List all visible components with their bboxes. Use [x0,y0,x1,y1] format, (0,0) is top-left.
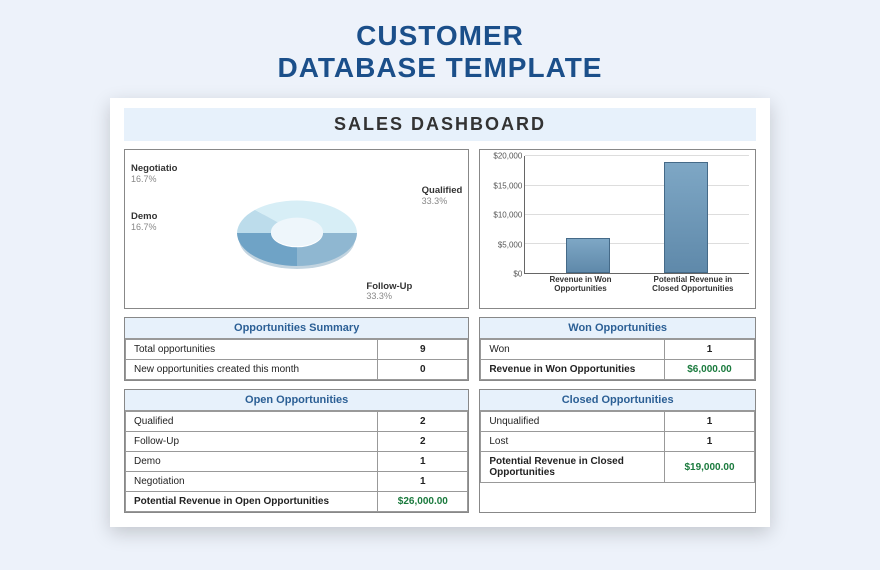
donut-label-negotiation: Negotiatio 16.7% [131,164,177,184]
table-row: Total opportunities9 [126,340,468,360]
donut-icon [207,159,387,299]
page-title-line2: DATABASE TEMPLATE [278,52,603,83]
bar-chart-panel: $20,000 $15,000 $10,000 $5,000 $0 Revenu… [479,149,756,309]
tables-row-1: Opportunities Summary Total opportunitie… [124,317,756,381]
table-row: Negotiation1 [126,472,468,492]
closed-panel: Closed Opportunities Unqualified1 Lost1 … [479,389,756,513]
open-panel: Open Opportunities Qualified2 Follow-Up2… [124,389,469,513]
bar-plot-area [524,156,749,274]
tables-row-2: Open Opportunities Qualified2 Follow-Up2… [124,389,756,513]
table-row-total: Potential Revenue in Open Opportunities$… [126,492,468,512]
opp-summary-table: Total opportunities9 New opportunities c… [125,339,468,380]
table-row: Demo1 [126,452,468,472]
open-table: Qualified2 Follow-Up2 Demo1 Negotiation1… [125,411,468,512]
table-row: Lost1 [481,432,755,452]
page-title: CUSTOMER DATABASE TEMPLATE [278,20,603,84]
bar-y-axis: $20,000 $15,000 $10,000 $5,000 $0 [484,156,522,274]
won-title: Won Opportunities [480,318,755,339]
table-row: Qualified2 [126,412,468,432]
donut-chart: Negotiatio 16.7% Demo 16.7% Qualified 33… [125,150,468,308]
donut-label-demo: Demo 16.7% [131,212,157,232]
opp-summary-panel: Opportunities Summary Total opportunitie… [124,317,469,381]
won-panel: Won Opportunities Won1 Revenue in Won Op… [479,317,756,381]
bar-closed-potential [664,162,708,273]
charts-row: Negotiatio 16.7% Demo 16.7% Qualified 33… [124,149,756,309]
bar-won-revenue [566,238,610,273]
open-title: Open Opportunities [125,390,468,411]
dashboard-sheet: SALES DASHBOARD [110,98,770,527]
bar-chart: $20,000 $15,000 $10,000 $5,000 $0 Revenu… [480,150,755,308]
donut-label-qualified: Qualified 33.3% [422,186,463,206]
table-row: New opportunities created this month0 [126,360,468,380]
won-table: Won1 Revenue in Won Opportunities$6,000.… [480,339,755,380]
table-row: Unqualified1 [481,412,755,432]
bar-x-labels: Revenue in Won Opportunities Potential R… [524,276,749,306]
donut-label-followup: Follow-Up 33.3% [366,282,412,302]
table-row: Follow-Up2 [126,432,468,452]
table-row-total: Revenue in Won Opportunities$6,000.00 [481,360,755,380]
closed-title: Closed Opportunities [480,390,755,411]
opp-summary-title: Opportunities Summary [125,318,468,339]
dashboard-title: SALES DASHBOARD [124,108,756,141]
page-title-line1: CUSTOMER [356,20,524,51]
donut-chart-panel: Negotiatio 16.7% Demo 16.7% Qualified 33… [124,149,469,309]
table-row-total: Potential Revenue in Closed Opportunitie… [481,452,755,483]
closed-table: Unqualified1 Lost1 Potential Revenue in … [480,411,755,483]
table-row: Won1 [481,340,755,360]
